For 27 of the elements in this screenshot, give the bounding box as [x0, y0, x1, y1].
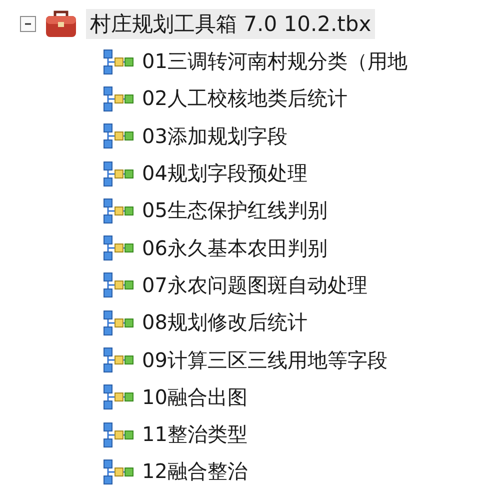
model-icon [103, 48, 135, 75]
model-icon [103, 347, 135, 374]
model-icon [103, 198, 135, 224]
model-label[interactable]: 03添加规划字段 [140, 122, 290, 150]
model-label[interactable]: 09计算三区三线用地等字段 [140, 346, 390, 374]
model-label[interactable]: 01三调转河南村规分类（用地 [140, 48, 410, 76]
model-icon [103, 422, 135, 448]
model-label[interactable]: 06永久基本农田判别 [140, 234, 330, 262]
model-label[interactable]: 07永农问题图斑自动处理 [140, 272, 370, 299]
model-icon [103, 272, 135, 298]
model-label[interactable]: 02人工校核地类后统计 [140, 85, 350, 112]
model-label[interactable]: 10融合出图 [140, 384, 250, 411]
model-icon [103, 310, 135, 336]
model-label[interactable]: 11整治类型 [140, 421, 250, 448]
model-icon [103, 384, 135, 410]
model-label[interactable]: 08规划修改后统计 [140, 309, 310, 336]
collapse-toggle-icon[interactable] [20, 16, 36, 32]
model-icon [103, 123, 135, 150]
model-label[interactable]: 12融合整治 [140, 458, 250, 486]
toolbox-label[interactable]: 村庄规划工具箱 7.0 10.2.tbx [86, 9, 376, 39]
model-icon [103, 160, 135, 187]
toolbox-icon [44, 9, 78, 39]
model-icon [103, 86, 135, 112]
model-icon [103, 235, 135, 262]
model-label[interactable]: 04规划字段预处理 [140, 160, 310, 188]
model-label[interactable]: 05生态保护红线判别 [140, 197, 330, 224]
model-icon [103, 458, 135, 485]
